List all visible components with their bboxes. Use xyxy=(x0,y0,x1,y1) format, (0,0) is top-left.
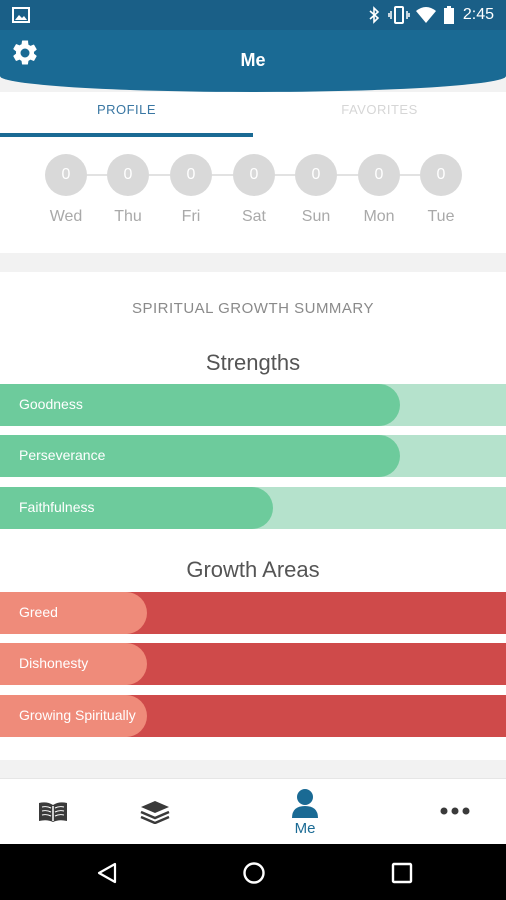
system-navigation-bar xyxy=(0,844,506,900)
day-thu[interactable]: 0 Thu xyxy=(98,154,158,226)
nav-more[interactable] xyxy=(424,779,486,845)
bottom-navigation: Me xyxy=(0,778,506,844)
recents-icon[interactable] xyxy=(391,862,413,884)
tab-profile[interactable]: PROFILE xyxy=(0,102,253,117)
book-icon xyxy=(39,802,67,822)
status-time: 2:45 xyxy=(462,6,494,23)
nav-read[interactable] xyxy=(22,779,84,845)
strength-label: Goodness xyxy=(19,396,83,412)
image-notification-icon xyxy=(12,7,30,23)
day-fri[interactable]: 0 Fri xyxy=(161,154,221,226)
tab-indicator xyxy=(0,133,253,137)
day-label: Wed xyxy=(49,208,83,225)
day-sat[interactable]: 0 Sat xyxy=(224,154,284,226)
day-label: Mon xyxy=(363,208,395,225)
growth-bar-growing-spiritually[interactable]: Growing Spiritually xyxy=(0,695,506,737)
status-bar: 2:45 xyxy=(0,0,506,30)
vibrate-icon xyxy=(388,6,410,24)
strengths-title: Strengths xyxy=(205,350,301,375)
growth-bar-greed[interactable]: Greed xyxy=(0,592,506,634)
app-bar: Me xyxy=(0,30,506,92)
day-label: Thu xyxy=(114,208,142,225)
day-label: Fri xyxy=(181,208,201,225)
tab-bar: PROFILE FAVORITES xyxy=(0,92,506,138)
day-count: 0 xyxy=(358,154,400,196)
day-label: Sun xyxy=(301,208,331,225)
more-icon xyxy=(440,807,470,815)
growth-summary-card: SPIRITUAL GROWTH SUMMARY Strengths Goodn… xyxy=(0,272,506,760)
strength-label: Faithfulness xyxy=(19,499,95,515)
back-icon[interactable] xyxy=(96,862,118,884)
growth-bar-dishonesty[interactable]: Dishonesty xyxy=(0,643,506,685)
wifi-icon xyxy=(416,7,436,23)
person-icon xyxy=(292,789,318,818)
day-count: 0 xyxy=(233,154,275,196)
day-count: 0 xyxy=(170,154,212,196)
home-icon[interactable] xyxy=(242,861,266,885)
nav-me-label: Me xyxy=(294,820,316,837)
weekly-activity: 0 Wed 0 Thu 0 Fri 0 Sat 0 Sun 0 Mon 0 Tu… xyxy=(0,138,506,253)
strength-bar-goodness[interactable]: Goodness xyxy=(0,384,506,426)
growth-label: Dishonesty xyxy=(19,655,89,671)
day-tue[interactable]: 0 Tue xyxy=(411,154,471,226)
battery-icon xyxy=(444,6,454,24)
growth-label: Growing Spiritually xyxy=(19,707,136,723)
strength-label: Perseverance xyxy=(19,447,106,463)
day-count: 0 xyxy=(45,154,87,196)
nav-me[interactable]: Me xyxy=(274,779,336,845)
day-count: 0 xyxy=(295,154,337,196)
day-count: 0 xyxy=(420,154,462,196)
nav-plans[interactable] xyxy=(124,779,186,845)
day-sun[interactable]: 0 Sun xyxy=(286,154,346,226)
day-mon[interactable]: 0 Mon xyxy=(349,154,409,226)
bluetooth-icon xyxy=(369,6,380,24)
day-label: Tue xyxy=(427,208,455,225)
page-title: Me xyxy=(240,50,266,70)
strength-bar-perseverance[interactable]: Perseverance xyxy=(0,435,506,477)
tab-favorites[interactable]: FAVORITES xyxy=(253,102,506,117)
strength-bar-faithfulness[interactable]: Faithfulness xyxy=(0,487,506,529)
day-label: Sat xyxy=(241,208,266,225)
day-count: 0 xyxy=(107,154,149,196)
layers-icon xyxy=(140,801,170,824)
summary-heading: SPIRITUAL GROWTH SUMMARY xyxy=(131,300,375,317)
growth-label: Greed xyxy=(19,604,58,620)
day-wed[interactable]: 0 Wed xyxy=(36,154,96,226)
growth-areas-title: Growth Areas xyxy=(186,557,320,582)
